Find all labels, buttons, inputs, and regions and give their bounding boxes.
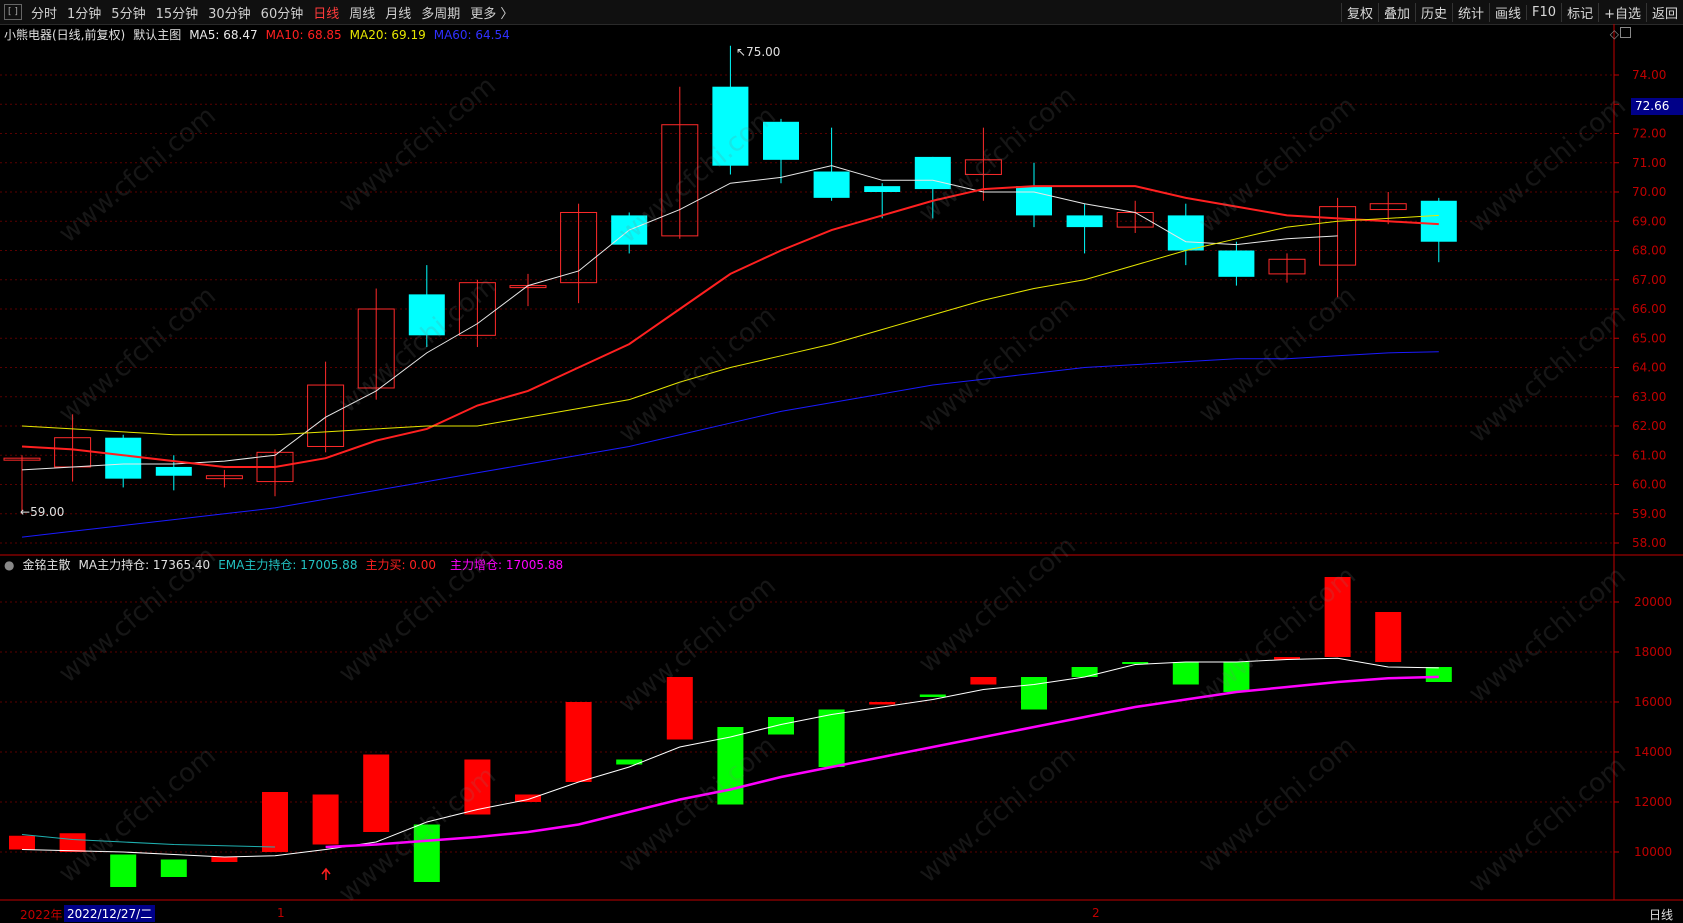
y-tick-label: 66.00 bbox=[1632, 302, 1666, 316]
y-tick-label: 60.00 bbox=[1632, 478, 1666, 492]
flow-bar bbox=[363, 754, 390, 832]
candle-body bbox=[105, 437, 142, 479]
y-tick-label: 69.00 bbox=[1632, 214, 1666, 228]
y-tick-label: 14000 bbox=[1634, 745, 1672, 759]
flow-bar bbox=[160, 859, 187, 877]
high-price-label: ↖75.00 bbox=[736, 45, 781, 59]
y-tick-label: 20000 bbox=[1634, 595, 1672, 609]
candle-body bbox=[1218, 250, 1255, 277]
flow-bar bbox=[110, 854, 137, 887]
y-tick-label: 62.00 bbox=[1632, 419, 1666, 433]
candle-body bbox=[408, 294, 445, 336]
indicator-name[interactable]: 金铭主散 bbox=[22, 556, 70, 573]
window-icon[interactable] bbox=[1620, 27, 1631, 38]
y-tick-label: 12000 bbox=[1634, 795, 1672, 809]
candle-body bbox=[813, 171, 850, 198]
y-tick-label: 61.00 bbox=[1632, 448, 1666, 462]
flow-bar bbox=[869, 702, 896, 705]
flow-bar bbox=[1172, 662, 1199, 685]
main-add-value: 主力增仓: 17005.88 bbox=[450, 558, 564, 572]
flow-bar bbox=[312, 794, 339, 845]
flow-bar bbox=[565, 702, 592, 782]
candle-body bbox=[712, 86, 749, 166]
ma5-value: MA5: 68.47 bbox=[189, 27, 258, 42]
candle-body bbox=[155, 466, 192, 476]
candle-body bbox=[1066, 215, 1103, 228]
candle-body bbox=[1167, 215, 1204, 251]
flow-bar bbox=[1425, 667, 1452, 682]
flow-bar bbox=[1223, 662, 1250, 692]
flow-bar bbox=[59, 833, 86, 852]
flow-bar bbox=[1071, 667, 1098, 677]
diamond-icon[interactable]: ◇ bbox=[1610, 27, 1619, 41]
flow-bar bbox=[464, 759, 491, 815]
x-year-label: 2022年 bbox=[20, 908, 63, 922]
ma60-value: MA60: 64.54 bbox=[433, 27, 510, 42]
flow-bar bbox=[211, 857, 238, 862]
flow-bar bbox=[1375, 612, 1402, 662]
y-tick-label: 63.00 bbox=[1632, 390, 1666, 404]
x-date-cursor: 2022/12/27/二 bbox=[64, 905, 156, 922]
flow-bar bbox=[9, 835, 35, 850]
candle-body bbox=[763, 121, 799, 160]
ma-hold-value: MA主力持仓: 17365.40 bbox=[78, 558, 211, 572]
low-price-label: ←59.00 bbox=[20, 505, 65, 519]
flow-bar bbox=[970, 677, 997, 685]
candle-body bbox=[1016, 186, 1052, 216]
ma-line-ma60 bbox=[21, 351, 1439, 538]
sub-chart-header: ● 金铭主散 MA主力持仓: 17365.40 EMA主力持仓: 17005.8… bbox=[4, 556, 563, 573]
period-label: 日线 bbox=[1648, 908, 1673, 922]
x-month-1: 1 bbox=[277, 906, 285, 920]
y-tick-label: 72.00 bbox=[1632, 127, 1666, 141]
y-tick-label: 59.00 bbox=[1632, 507, 1666, 521]
ma-line-ma10 bbox=[21, 185, 1439, 468]
indicator-dot-icon[interactable]: ● bbox=[4, 558, 14, 572]
flow-bar bbox=[1324, 577, 1351, 657]
chart-canvas[interactable]: 58.00 59.00 60.00 61.00 62.00 63.00 64.00 65.00… bbox=[0, 0, 1683, 921]
last-price-tag: 72.66 bbox=[1631, 98, 1683, 115]
template-name[interactable]: 默认主图 bbox=[133, 26, 181, 43]
flow-bar bbox=[818, 709, 845, 767]
candle-body bbox=[914, 156, 951, 190]
y-tick-label: 64.00 bbox=[1632, 361, 1666, 375]
buy-arrow-icon bbox=[321, 867, 331, 880]
y-tick-label: 18000 bbox=[1634, 645, 1672, 659]
x-month-2: 2 bbox=[1092, 906, 1100, 920]
y-tick-label: 71.00 bbox=[1632, 156, 1666, 170]
flow-bar bbox=[768, 717, 794, 735]
flow-bar bbox=[919, 694, 946, 697]
y-tick-label: 58.00 bbox=[1632, 536, 1666, 550]
flow-bar bbox=[262, 792, 288, 852]
y-tick-label: 74.00 bbox=[1632, 68, 1666, 82]
candle-body bbox=[864, 186, 901, 192]
flow-bar bbox=[666, 677, 693, 740]
y-tick-label: 16000 bbox=[1634, 695, 1672, 709]
ma20-value: MA20: 69.19 bbox=[349, 27, 426, 42]
main-chart-header: 小熊电器(日线,前复权) 默认主图 MA5: 68.47 MA10: 68.85… bbox=[4, 26, 510, 43]
candle-body bbox=[1420, 200, 1457, 242]
y-tick-label: 10000 bbox=[1634, 845, 1672, 859]
ema-hold-value: EMA主力持仓: 17005.88 bbox=[218, 558, 358, 572]
y-tick-label: 70.00 bbox=[1632, 185, 1666, 199]
y-tick-label: 68.00 bbox=[1632, 244, 1666, 258]
main-buy-value: 主力买: 0.00 bbox=[365, 558, 437, 572]
ma-line-ma20 bbox=[21, 214, 1439, 436]
y-tick-label: 67.00 bbox=[1632, 273, 1666, 287]
y-tick-label: 65.00 bbox=[1632, 331, 1666, 345]
ma10-value: MA10: 68.85 bbox=[265, 27, 342, 42]
stock-name[interactable]: 小熊电器(日线,前复权) bbox=[4, 26, 125, 43]
flow-bar bbox=[1021, 677, 1047, 710]
flow-bar bbox=[413, 824, 440, 882]
